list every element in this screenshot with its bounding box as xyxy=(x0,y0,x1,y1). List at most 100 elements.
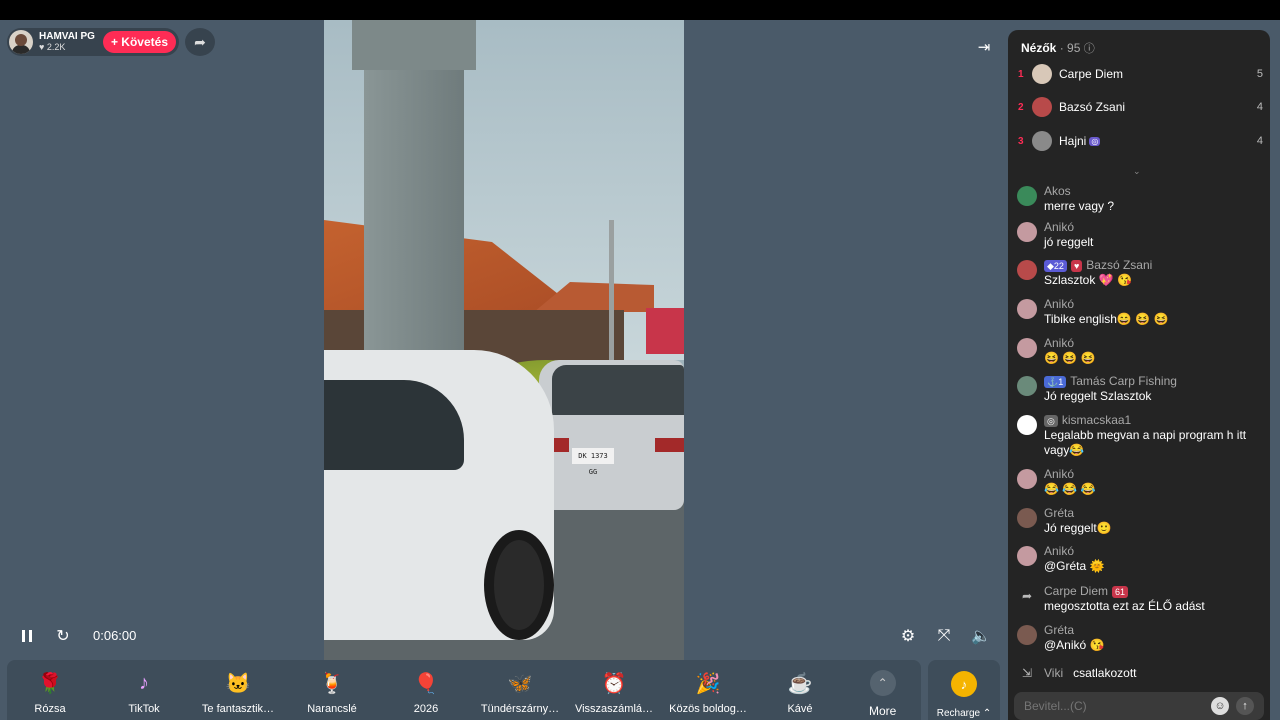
chat-username[interactable]: Anikó xyxy=(1044,220,1093,235)
gift-countdown[interactable]: ⏰ Visszaszámlá… xyxy=(571,668,657,716)
viewer-avatar xyxy=(1032,131,1052,151)
chat-text: Jó reggelt🙂 xyxy=(1044,521,1112,535)
viewers-title: Nézők xyxy=(1021,41,1057,55)
viewers-header[interactable]: Nézők · 95 ⓘ xyxy=(1021,40,1095,56)
volume-icon[interactable]: 🔈 xyxy=(969,624,993,648)
chat-text: @Anikó 😘 xyxy=(1044,638,1105,652)
chat-username[interactable]: Ákos xyxy=(1044,186,1114,199)
viewer-name: Bazsó Zsani xyxy=(1059,100,1126,114)
live-video[interactable]: DK 1373 GG xyxy=(324,20,684,660)
chat-share-event: ➦ Carpe Diem 61 megosztotta ezt az ÉLŐ a… xyxy=(1017,584,1265,614)
countdown-icon: ⏰ xyxy=(601,672,627,695)
gift-2026[interactable]: 🎈 2026 xyxy=(383,668,469,716)
pause-icon[interactable] xyxy=(15,624,39,648)
cat-icon: 🐱 xyxy=(225,672,251,695)
recharge-label: Recharge ⌃ xyxy=(936,708,992,719)
host-avatar[interactable] xyxy=(9,30,33,54)
gift-label: Közös boldog… xyxy=(669,703,747,715)
rose-icon: 🌹 xyxy=(37,672,63,695)
chat-username-row[interactable]: ⚓1 Tamás Carp Fishing xyxy=(1044,374,1177,389)
video-silver-car-window xyxy=(552,365,684,415)
chat-username[interactable]: Carpe Diem xyxy=(1044,584,1108,599)
chat-list[interactable]: Ákos merre vagy ? Anikó jó reggelt ◆22 ♥… xyxy=(1017,186,1265,684)
gift-label: Visszaszámlá… xyxy=(574,703,654,715)
chat-message: Gréta Jó reggelt🙂 xyxy=(1017,506,1265,536)
gift-fairy-wings[interactable]: 🦋 Tündérszárny… xyxy=(477,668,563,716)
2026-icon: 🎈 xyxy=(413,672,439,695)
chat-message: Anikó @Gréta 🌞 xyxy=(1017,544,1265,574)
chat-avatar[interactable] xyxy=(1017,376,1037,396)
refresh-icon[interactable]: ↻ xyxy=(51,624,75,648)
follow-button[interactable]: + Követés xyxy=(102,31,176,53)
chat-avatar[interactable] xyxy=(1017,415,1037,435)
chat-username[interactable]: Gréta xyxy=(1044,506,1112,521)
top-black-bar xyxy=(0,0,1280,20)
chat-text: csatlakozott xyxy=(1073,665,1137,680)
celebration-icon: 🎉 xyxy=(695,672,721,695)
more-gifts-button[interactable]: ⌃ More xyxy=(869,670,896,718)
coffee-icon: ☕ xyxy=(787,672,813,695)
recharge-button[interactable]: ♪ Recharge ⌃ xyxy=(928,660,1000,720)
fan-level-badge: ◆22 xyxy=(1044,259,1067,272)
gift-label: Narancslé xyxy=(307,703,357,715)
chat-username[interactable]: Gréta xyxy=(1044,623,1104,638)
chat-username[interactable]: Bazsó Zsani xyxy=(1086,258,1152,273)
viewer-row[interactable]: 3 Hajni ◎ 4 xyxy=(1018,129,1263,153)
heart-badge-icon: ♥ xyxy=(1070,259,1083,272)
chat-username[interactable]: Anikó xyxy=(1044,544,1104,559)
settings-icon[interactable]: ⚙ xyxy=(896,624,920,648)
chat-text: jó reggelt xyxy=(1044,235,1094,249)
chat-avatar[interactable] xyxy=(1017,625,1037,645)
viewers-count: · 95 xyxy=(1059,41,1081,55)
gift-orange-juice[interactable]: 🍹 Narancslé xyxy=(289,668,375,716)
gift-coffee[interactable]: ☕ Kávé xyxy=(757,668,843,716)
gift-fantastic[interactable]: 🐱 Te fantasztik… xyxy=(195,668,281,716)
chat-avatar[interactable] xyxy=(1017,186,1037,206)
exit-fullscreen-icon[interactable]: ⤧ xyxy=(932,624,956,648)
chat-avatar[interactable] xyxy=(1017,299,1037,319)
chat-username-row[interactable]: ◆22 ♥ Bazsó Zsani xyxy=(1044,258,1152,273)
chat-username[interactable]: Viki xyxy=(1044,666,1063,681)
chat-username[interactable]: Anikó xyxy=(1044,336,1096,351)
chat-message: Ákos merre vagy ? xyxy=(1017,186,1265,214)
chat-avatar[interactable] xyxy=(1017,222,1037,242)
collapse-panel-icon[interactable]: ⇥ xyxy=(972,36,996,58)
member-badge-icon: ◎ xyxy=(1044,414,1058,427)
gift-celebration[interactable]: 🎉 Közös boldog… xyxy=(665,668,751,716)
emoji-icon[interactable]: ☺ xyxy=(1211,697,1229,715)
viewer-row[interactable]: 2 Bazsó Zsani 4 xyxy=(1018,95,1263,119)
chat-avatar[interactable] xyxy=(1017,260,1037,280)
chat-username-row[interactable]: Carpe Diem 61 xyxy=(1044,584,1205,599)
gift-rose[interactable]: 🌹 Rózsa xyxy=(7,668,93,716)
gift-tiktok[interactable]: ♪ TikTok xyxy=(101,668,187,716)
chat-username[interactable]: Tamás Carp Fishing xyxy=(1070,374,1177,389)
chat-avatar[interactable] xyxy=(1017,508,1037,528)
video-wheel xyxy=(484,530,554,640)
video-license-plate: DK 1373 GG xyxy=(572,448,614,476)
viewer-score: 5 xyxy=(1256,68,1263,80)
gift-label: TikTok xyxy=(128,703,160,715)
viewer-name: Hajni xyxy=(1059,134,1087,148)
chat-username-row[interactable]: ◎ kismacskaa1 xyxy=(1044,413,1254,428)
chat-username[interactable]: kismacskaa1 xyxy=(1062,413,1131,428)
fan-level-badge: ⚓1 xyxy=(1044,375,1067,388)
viewer-row[interactable]: 1 Carpe Diem 5 xyxy=(1018,62,1263,86)
chat-message: Anikó 😆 😆 😆 xyxy=(1017,336,1265,366)
info-icon[interactable]: ⓘ xyxy=(1084,43,1095,55)
chat-avatar[interactable] xyxy=(1017,338,1037,358)
host-info[interactable]: HAMVAI PG ♥ 2.2K + Követés xyxy=(7,28,179,56)
chat-avatar[interactable] xyxy=(1017,546,1037,566)
viewer-avatar xyxy=(1032,64,1052,84)
orange-juice-icon: 🍹 xyxy=(319,672,345,695)
chat-avatar[interactable] xyxy=(1017,469,1037,489)
chat-message: ◎ kismacskaa1 Legalabb megvan a napi pro… xyxy=(1017,413,1265,458)
chat-message: ⚓1 Tamás Carp Fishing Jó reggelt Szlaszt… xyxy=(1017,374,1265,404)
chat-username[interactable]: Anikó xyxy=(1044,467,1096,482)
send-icon[interactable]: ↑ xyxy=(1236,697,1254,715)
viewer-avatar xyxy=(1032,97,1052,117)
share-icon[interactable]: ➦ xyxy=(185,28,215,56)
host-name[interactable]: HAMVAI PG xyxy=(39,31,95,42)
chevron-down-icon[interactable]: ⌄ xyxy=(1133,166,1141,177)
video-sign xyxy=(646,308,684,354)
chat-username[interactable]: Anikó xyxy=(1044,297,1168,312)
